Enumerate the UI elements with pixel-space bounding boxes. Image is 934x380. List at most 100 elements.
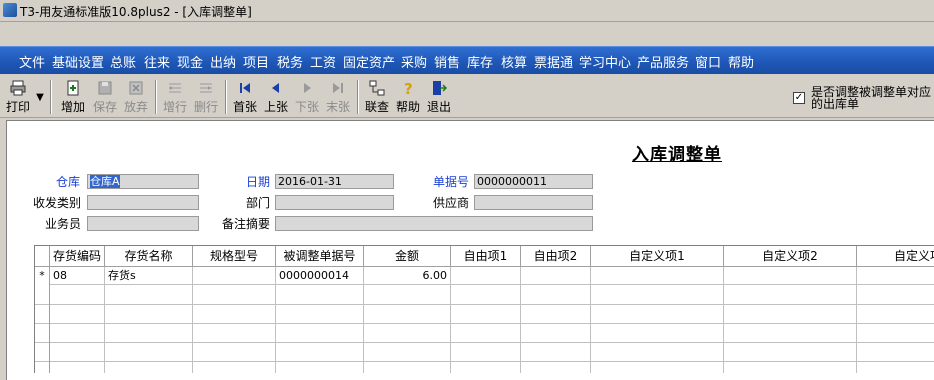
menu-tax[interactable]: 税务 [276,52,304,71]
grid-col-line [723,285,724,373]
app-icon [3,3,17,17]
cell-name[interactable]: 存货s [105,267,193,285]
recv-type-label: 收发类别 [33,196,82,210]
save-button[interactable]: 保存 [90,80,120,116]
recv-type-field[interactable] [87,195,199,210]
prev-record-button[interactable]: 上张 [261,80,291,116]
clerk-label: 业务员 [45,217,82,231]
add-row-icon [169,83,181,93]
col-header[interactable]: 被调整单据号 [276,246,364,267]
doc-no-label: 单据号 [433,175,470,189]
remark-label: 备注摘要 [222,217,271,231]
menu-cashier[interactable]: 出纳 [209,52,237,71]
menu-basic-settings[interactable]: 基础设置 [51,52,105,71]
svg-text:?: ? [404,80,413,96]
grid-col-line [856,285,857,373]
menu-bills[interactable]: 票据通 [533,52,574,71]
col-header[interactable]: 存货编码 [50,246,105,267]
menu-learning[interactable]: 学习中心 [578,52,632,71]
last-icon [333,83,343,93]
cell-free2[interactable] [521,267,591,285]
cell-adjusted-doc[interactable]: 0000000014 [276,267,364,285]
dept-field[interactable] [275,195,394,210]
menu-window[interactable]: 窗口 [694,52,722,71]
menu-bar: 文件 基础设置 总账 往来 现金 出纳 项目 税务 工资 固定资产 采购 销售 … [0,46,934,74]
delete-row-button[interactable]: 删行 [191,80,221,116]
exit-button[interactable]: 退出 [424,80,454,116]
menu-inventory[interactable]: 库存 [466,52,494,71]
menu-ledger[interactable]: 总账 [109,52,137,71]
grid-col-line [104,285,105,373]
menu-file[interactable]: 文件 [18,52,46,71]
menu-sales[interactable]: 销售 [433,52,461,71]
grid-row-line [35,361,934,362]
grid-col-line [450,285,451,373]
add-row-button[interactable]: 增行 [160,80,190,116]
grid-col-line [275,285,276,373]
toolbar-separator [357,80,359,114]
col-header[interactable]: 自定义项 [857,246,934,267]
col-header[interactable]: 存货名称 [105,246,193,267]
grid-row-line [35,323,934,324]
grid-corner [35,246,50,267]
menu-payroll[interactable]: 工资 [309,52,337,71]
first-icon [240,83,250,93]
date-field[interactable]: 2016-01-31 [275,174,394,189]
next-record-button[interactable]: 下张 [292,80,322,116]
supplier-field[interactable] [474,195,593,210]
col-header[interactable]: 规格型号 [193,246,276,267]
cell-custom3[interactable] [857,267,934,285]
menu-purchase[interactable]: 采购 [400,52,428,71]
grid-col-line [192,285,193,373]
doc-no-field[interactable]: 0000000011 [474,174,593,189]
grid-row-line [35,342,934,343]
menu-help[interactable]: 帮助 [727,52,755,71]
prev-icon [272,83,279,93]
help-button[interactable]: ? 帮助 [393,80,423,116]
cell-amount[interactable]: 6.00 [364,267,451,285]
last-record-button[interactable]: 末张 [323,80,353,116]
menu-accounts[interactable]: 往来 [143,52,171,71]
menu-fixed-assets[interactable]: 固定资产 [342,52,396,71]
delete-row-icon [200,83,212,93]
clerk-field[interactable] [87,216,199,231]
abandon-button[interactable]: 放弃 [121,80,151,116]
mdi-strip [0,22,934,61]
supplier-label: 供应商 [433,196,470,210]
menu-cash[interactable]: 现金 [176,52,204,71]
cell-code[interactable]: 08 [50,267,105,285]
grid-col-line [520,285,521,373]
linked-query-button[interactable]: 联查 [362,80,392,116]
adjust-outbound-label: 是否调整被调整单对应的出库单 [811,85,932,111]
grid-col-line [590,285,591,373]
cell-spec[interactable] [193,267,276,285]
first-record-button[interactable]: 首张 [230,80,260,116]
col-header[interactable]: 金额 [364,246,451,267]
form-title: 入库调整单 [632,145,722,165]
warehouse-field[interactable]: 仓库A [87,174,199,189]
menu-services[interactable]: 产品服务 [636,52,690,71]
exit-icon [433,81,447,95]
help-icon: ? [404,80,413,96]
col-header[interactable]: 自定义项1 [591,246,724,267]
adjust-outbound-checkbox[interactable]: ✓ [793,92,805,104]
cell-custom1[interactable] [591,267,724,285]
warehouse-label: 仓库 [56,175,81,189]
remark-field[interactable] [275,216,593,231]
dept-label: 部门 [246,196,271,210]
col-header[interactable]: 自由项1 [451,246,521,267]
menu-project[interactable]: 项目 [242,52,270,71]
print-dropdown-icon[interactable]: ▼ [34,84,46,112]
add-button[interactable]: 增加 [58,80,88,116]
title-bar: T3-用友通标准版10.8plus2 - [入库调整单] [0,0,934,22]
col-header[interactable]: 自定义项2 [724,246,857,267]
date-label: 日期 [246,175,271,189]
cell-free1[interactable] [451,267,521,285]
window-title: T3-用友通标准版10.8plus2 - [入库调整单] [20,5,252,19]
print-button[interactable]: 打印 [4,80,32,116]
col-header[interactable]: 自由项2 [521,246,591,267]
toolbar-separator [50,80,52,114]
printer-icon [10,80,26,96]
cell-custom2[interactable] [724,267,857,285]
menu-costing[interactable]: 核算 [500,52,528,71]
